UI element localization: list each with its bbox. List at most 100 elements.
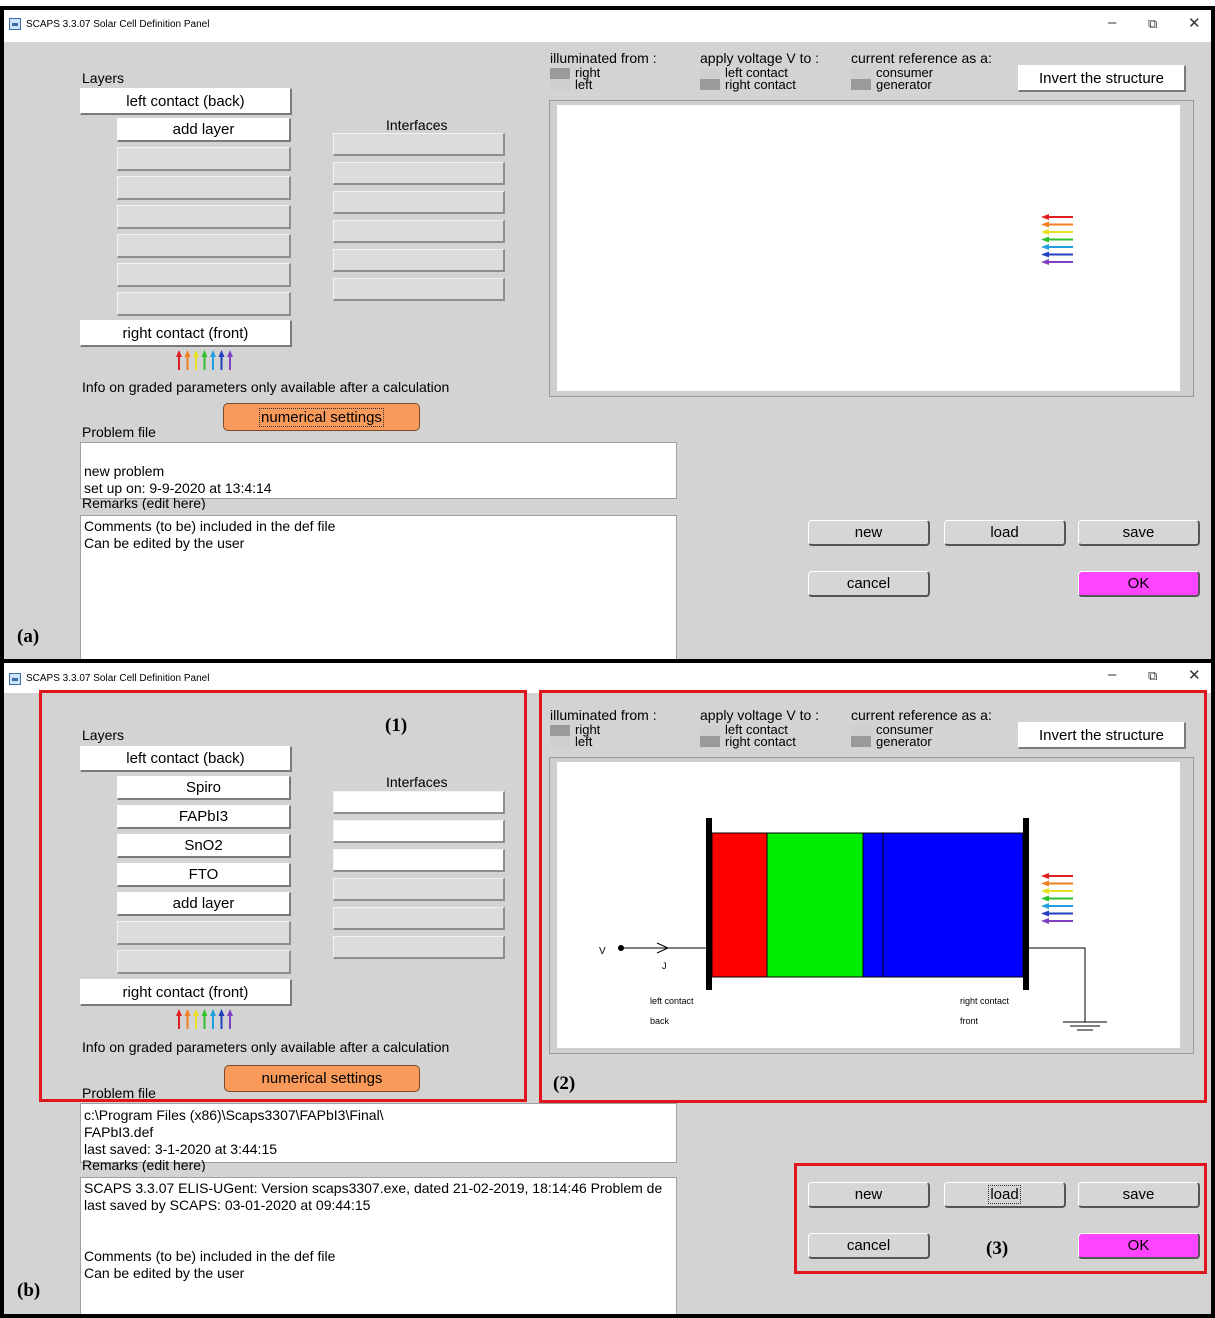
region-label-1: (1) <box>385 715 408 736</box>
voltage-right-label: right contact <box>725 734 796 749</box>
voltage-left-radio[interactable] <box>700 725 720 736</box>
generator-radio[interactable] <box>851 736 871 747</box>
problem-file-label: Problem file <box>82 424 156 440</box>
save-button[interactable]: save <box>1078 1182 1200 1208</box>
illuminated-right-radio[interactable] <box>550 68 570 79</box>
consumer-radio[interactable] <box>851 68 871 79</box>
remarks-label: Remarks (edit here) <box>82 497 206 510</box>
illuminated-left-label: left <box>575 77 593 92</box>
illuminated-from-label: illuminated from : <box>550 707 657 723</box>
remarks-textarea[interactable]: SCAPS 3.3.07 ELIS-UGent: Version scaps33… <box>80 1177 677 1318</box>
numerical-settings-button[interactable]: numerical settings <box>224 1065 420 1092</box>
cancel-button[interactable]: cancel <box>808 1233 930 1259</box>
illuminated-left-radio[interactable] <box>550 79 570 90</box>
remarks-textarea[interactable]: Comments (to be) included in the def fil… <box>80 515 677 659</box>
interface-slot <box>333 191 505 214</box>
new-button[interactable]: new <box>808 1182 930 1208</box>
consumer-radio[interactable] <box>851 725 871 736</box>
generator-label: generator <box>876 77 932 92</box>
layer-button-sno2[interactable]: SnO2 <box>117 834 291 858</box>
illuminated-right-radio[interactable] <box>550 725 570 736</box>
load-button[interactable]: load <box>944 1182 1066 1208</box>
generator-label: generator <box>876 734 932 749</box>
structure-sketch-frame <box>549 100 1194 397</box>
app-icon <box>9 18 21 30</box>
voltage-right-radio[interactable] <box>700 79 720 90</box>
layer-button-spiro[interactable]: Spiro <box>117 776 291 800</box>
window-title: SCAPS 3.3.07 Solar Cell Definition Panel <box>26 673 210 684</box>
restore-icon[interactable]: ⧉ <box>1148 668 1157 684</box>
layer-button-fapbi3[interactable]: FAPbI3 <box>117 805 291 829</box>
interface-slot <box>333 133 505 156</box>
back-label: back <box>650 1016 670 1026</box>
interfaces-heading: Interfaces <box>386 117 448 133</box>
restore-icon[interactable]: ⧉ <box>1148 16 1157 32</box>
save-button[interactable]: save <box>1078 520 1200 546</box>
voltage-left-radio[interactable] <box>700 68 720 79</box>
interface-slot <box>333 278 505 301</box>
remarks-line: Can be edited by the user <box>84 535 245 551</box>
layer-button-fto[interactable]: FTO <box>117 863 291 887</box>
minimize-icon[interactable]: – <box>1108 14 1116 31</box>
ok-button[interactable]: OK <box>1078 1233 1200 1259</box>
light-arrows-icon <box>176 350 233 370</box>
interface-button[interactable] <box>333 791 505 814</box>
voltage-right-label: right contact <box>725 77 796 92</box>
left-contact-button[interactable]: left contact (back) <box>80 88 292 115</box>
new-button[interactable]: new <box>808 520 930 546</box>
graded-info-text: Info on graded parameters only available… <box>82 1039 450 1055</box>
add-layer-button[interactable]: add layer <box>117 118 291 142</box>
layer-block-fapbi3 <box>767 833 863 977</box>
ground-lead <box>1029 947 1086 1022</box>
problem-file-line: c:\Program Files (x86)\Scaps3307\FAPbI3\… <box>84 1107 384 1123</box>
region-label-2: (2) <box>553 1073 576 1094</box>
interfaces-heading: Interfaces <box>386 774 448 790</box>
graded-info-text: Info on graded parameters only available… <box>82 379 450 395</box>
problem-file-label: Problem file <box>82 1085 156 1101</box>
cancel-button[interactable]: cancel <box>808 571 930 597</box>
right-contact-button[interactable]: right contact (front) <box>80 320 292 347</box>
cell-structure-diagram: V J left contact back right contact fron… <box>599 818 1107 1031</box>
remarks-line: Comments (to be) included in the def fil… <box>84 1248 336 1264</box>
panel-a: SCAPS 3.3.07 Solar Cell Definition Panel… <box>0 6 1215 659</box>
voltage-right-radio[interactable] <box>700 736 720 747</box>
problem-file-line: last saved: 3-1-2020 at 3:44:15 <box>84 1141 278 1157</box>
interface-slot <box>333 249 505 272</box>
current-reference-label: current reference as a: <box>851 50 992 66</box>
remarks-line <box>84 1214 673 1231</box>
interface-slot <box>333 162 505 185</box>
invert-structure-button[interactable]: Invert the structure <box>1018 65 1186 92</box>
panel-b: SCAPS 3.3.07 Solar Cell Definition Panel… <box>0 663 1215 1318</box>
numerical-settings-button[interactable]: numerical settings <box>223 403 420 431</box>
layer-block-sno2 <box>863 833 883 977</box>
ok-button[interactable]: OK <box>1078 571 1200 597</box>
left-contact-button[interactable]: left contact (back) <box>80 746 292 772</box>
close-icon[interactable]: ✕ <box>1188 666 1201 684</box>
layer-slot <box>117 234 291 258</box>
window-title: SCAPS 3.3.07 Solar Cell Definition Panel <box>26 19 210 30</box>
layer-block-fto <box>883 833 1023 977</box>
illuminated-left-label: left <box>575 734 593 749</box>
layers-heading: Layers <box>82 727 125 743</box>
numerical-settings-label: numerical settings <box>259 407 384 427</box>
light-arrows-icon <box>176 1009 233 1029</box>
interface-slot <box>333 936 505 959</box>
generator-radio[interactable] <box>851 79 871 90</box>
left-contact-label: left contact <box>650 996 694 1006</box>
interface-slot <box>333 878 505 901</box>
layer-slot <box>117 205 291 229</box>
load-button[interactable]: load <box>944 520 1066 546</box>
remarks-line <box>84 1231 673 1248</box>
interface-button[interactable] <box>333 820 505 843</box>
incident-light-icon <box>1041 214 1073 265</box>
add-layer-button[interactable]: add layer <box>117 892 291 916</box>
minimize-icon[interactable]: – <box>1108 666 1116 683</box>
interface-button[interactable] <box>333 849 505 872</box>
close-icon[interactable]: ✕ <box>1188 14 1201 32</box>
front-label: front <box>960 1016 979 1026</box>
illuminated-left-radio[interactable] <box>550 736 570 747</box>
apply-voltage-label: apply voltage V to : <box>700 50 820 66</box>
right-contact-button[interactable]: right contact (front) <box>80 979 292 1006</box>
invert-structure-button[interactable]: Invert the structure <box>1018 722 1186 749</box>
incident-light-icon <box>1041 873 1073 924</box>
